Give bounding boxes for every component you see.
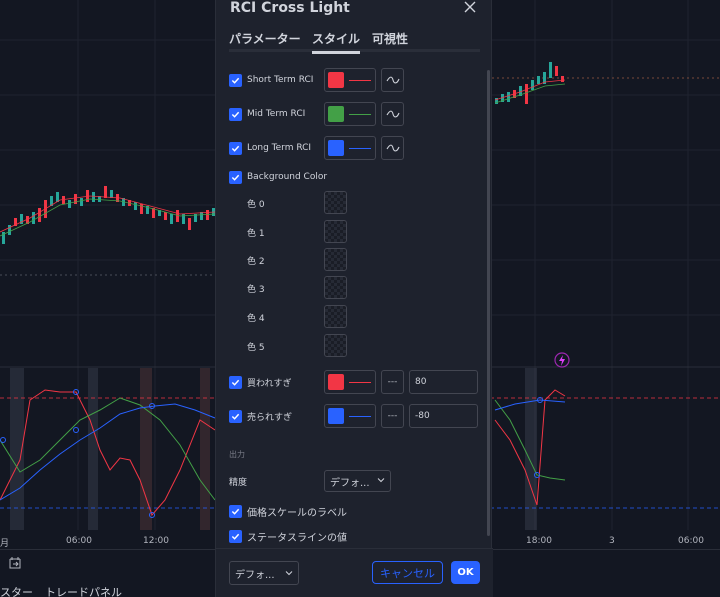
time-label-4: 3	[609, 536, 615, 546]
calendar-goto-icon[interactable]	[8, 556, 22, 570]
bg-color-label-2: 色 2	[247, 257, 265, 267]
checkbox-price-scale-label[interactable]	[229, 504, 242, 518]
bg-color-label-4: 色 4	[247, 314, 265, 324]
ok-button[interactable]: OK	[451, 561, 480, 584]
chevron-down-icon	[285, 571, 293, 576]
checkbox-oversold[interactable]	[229, 409, 242, 423]
long-term-plot-type-button[interactable]	[381, 136, 404, 160]
tab-parameters[interactable]: パラメーター	[229, 30, 301, 47]
background-color-row: Background Color	[229, 166, 327, 188]
short-term-swatch	[328, 72, 344, 88]
price-scale-label: 価格スケールのラベル	[247, 507, 347, 519]
template-value: デフォ...	[235, 569, 275, 581]
chevron-down-icon	[377, 478, 385, 483]
checkbox-mid-term[interactable]	[229, 107, 242, 121]
short-term-plot-type-button[interactable]	[381, 68, 404, 92]
line-plot-icon	[386, 144, 400, 152]
line-plot-icon	[386, 76, 400, 84]
bg-color-swatch-1[interactable]	[324, 220, 347, 243]
bg-color-swatch-3[interactable]	[324, 276, 347, 299]
tab-bar: パラメーター スタイル 可視性	[229, 30, 480, 54]
bg-color-label-1: 色 1	[247, 229, 265, 239]
short-term-line-preview	[349, 79, 371, 81]
oversold-color-button[interactable]	[324, 404, 376, 428]
bg-color-swatch-4[interactable]	[324, 305, 347, 328]
bottom-tab-trade-panel[interactable]: トレードパネル	[45, 584, 122, 597]
mid-term-label: Mid Term RCI	[247, 109, 306, 119]
bg-color-label-0: 色 0	[247, 200, 265, 210]
line-plot-icon	[386, 110, 400, 118]
long-term-color-button[interactable]	[324, 136, 376, 160]
mid-term-swatch	[328, 106, 344, 122]
background-color-label: Background Color	[247, 172, 328, 182]
scrollbar[interactable]	[487, 70, 490, 536]
template-select[interactable]: デフォ...	[229, 561, 299, 585]
overbought-line-style-button[interactable]: ---	[381, 370, 404, 394]
bg-color-swatch-0[interactable]	[324, 191, 347, 214]
oversold-line-style-button[interactable]: ---	[381, 404, 404, 428]
plot-row-short: Short Term RCI	[229, 69, 313, 91]
oversold-swatch	[328, 408, 344, 424]
time-label-2: 12:00	[143, 536, 169, 546]
price-scale-label-row: 価格スケールのラベル	[229, 500, 347, 522]
precision-value: デフォ...	[330, 477, 370, 489]
overbought-value-input[interactable]	[409, 370, 478, 394]
checkbox-background-color[interactable]	[229, 170, 242, 184]
settings-scroll-area[interactable]: Short Term RCI Mid Term RCI Long Term RC…	[216, 60, 493, 547]
oversold-line-preview	[349, 415, 371, 417]
long-term-line-preview	[349, 147, 371, 149]
bg-color-label-5: 色 5	[247, 343, 265, 353]
dialog-footer: デフォ... キャンセル OK	[216, 548, 493, 597]
time-label-1: 06:00	[66, 536, 92, 546]
plot-row-mid: Mid Term RCI	[229, 103, 305, 125]
long-term-swatch	[328, 140, 344, 156]
overbought-color-button[interactable]	[324, 370, 376, 394]
short-term-label: Short Term RCI	[247, 75, 314, 85]
output-section-title: 出力	[229, 450, 245, 459]
precision-label: 精度	[229, 478, 248, 488]
mid-term-plot-type-button[interactable]	[381, 102, 404, 126]
time-label-0: 月	[0, 539, 10, 549]
status-line-row: ステータスラインの値	[229, 525, 347, 547]
overbought-row: 買われすぎ	[229, 371, 292, 393]
tab-visibility[interactable]: 可視性	[372, 30, 408, 47]
cancel-button[interactable]: キャンセル	[372, 561, 443, 584]
bg-color-swatch-2[interactable]	[324, 248, 347, 271]
mid-term-line-preview	[349, 113, 371, 115]
status-line-label: ステータスラインの値	[247, 532, 347, 544]
dialog-title: RCI Cross Light	[230, 0, 350, 16]
plot-row-long: Long Term RCI	[229, 137, 311, 159]
overbought-swatch	[328, 374, 344, 390]
checkbox-overbought[interactable]	[229, 375, 242, 389]
oversold-value-input[interactable]	[409, 404, 478, 428]
mid-term-color-button[interactable]	[324, 102, 376, 126]
long-term-label: Long Term RCI	[247, 143, 312, 153]
checkbox-long-term[interactable]	[229, 141, 242, 155]
bg-color-label-3: 色 3	[247, 285, 265, 295]
short-term-color-button[interactable]	[324, 68, 376, 92]
oversold-row: 売られすぎ	[229, 405, 292, 427]
tab-style[interactable]: スタイル	[312, 30, 361, 54]
bg-color-swatch-5[interactable]	[324, 334, 347, 357]
time-label-3: 18:00	[526, 536, 552, 546]
close-icon[interactable]	[463, 0, 477, 14]
settings-dialog: RCI Cross Light パラメーター スタイル 可視性 Short Te…	[215, 0, 493, 597]
overbought-label: 買われすぎ	[247, 378, 292, 389]
overbought-line-preview	[349, 381, 371, 383]
precision-select[interactable]: デフォ...	[324, 470, 391, 492]
oversold-label: 売られすぎ	[247, 412, 293, 423]
time-label-5: 06:00	[678, 536, 704, 546]
bottom-tab-screener[interactable]: スター	[0, 584, 33, 597]
checkbox-short-term[interactable]	[229, 73, 242, 87]
checkbox-status-line[interactable]	[229, 529, 242, 543]
